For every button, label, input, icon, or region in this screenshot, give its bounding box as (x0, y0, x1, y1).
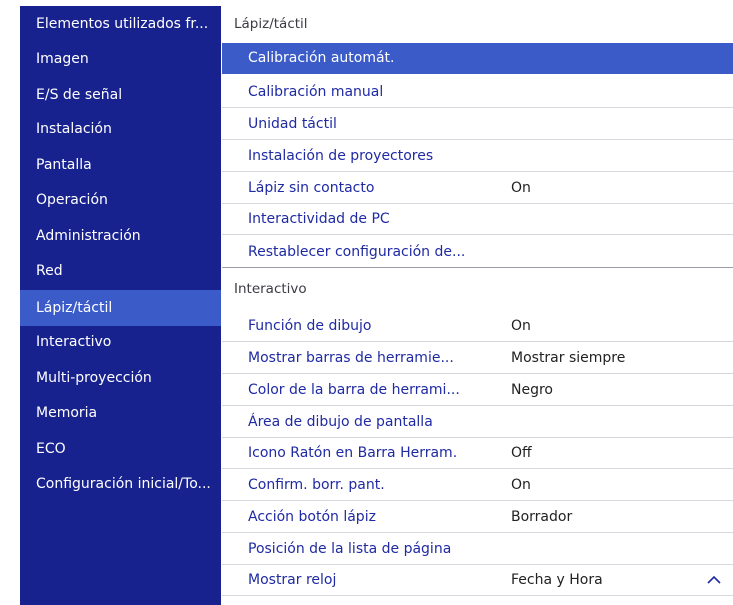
menu-row-area-de-dibujo[interactable]: Área de dibujo de pantalla (222, 407, 733, 438)
menu-row-funcion-de-dibujo[interactable]: Función de dibujo On (222, 311, 733, 342)
chevron-up-icon[interactable] (707, 573, 721, 587)
sidebar-item-configuracion-inicial[interactable]: Configuración inicial/To... (20, 466, 221, 502)
menu-row-posicion-lista-pagina[interactable]: Posición de la lista de página (222, 534, 733, 565)
sidebar: Elementos utilizados fr... Imagen E/S de… (20, 6, 221, 605)
row-label: Posición de la lista de página (248, 541, 452, 557)
row-label: Unidad táctil (248, 116, 337, 132)
row-label: Mostrar barras de herramie... (248, 350, 454, 366)
row-label: Restablecer configuración de... (248, 243, 466, 260)
menu-row-icono-raton[interactable]: Icono Ratón en Barra Herram. Off (222, 438, 733, 469)
row-label: Calibración automát. (248, 50, 395, 66)
row-label: Calibración manual (248, 84, 384, 100)
row-label: Interactividad de PC (248, 211, 390, 227)
menu-row-mostrar-barras-herramientas[interactable]: Mostrar barras de herramie... Mostrar si… (222, 343, 733, 374)
section-divider (222, 267, 733, 268)
menu-row-confirm-borr-pant[interactable]: Confirm. borr. pant. On (222, 470, 733, 501)
menu-row-unidad-tactil[interactable]: Unidad táctil (222, 109, 733, 140)
menu-window: Elementos utilizados fr... Imagen E/S de… (20, 6, 733, 605)
row-label: Confirm. borr. pant. (248, 477, 385, 493)
menu-row-accion-boton-lapiz[interactable]: Acción botón lápiz Borrador (222, 502, 733, 533)
row-label: Función de dibujo (248, 318, 372, 334)
sidebar-item-elementos-utilizados[interactable]: Elementos utilizados fr... (20, 6, 221, 42)
sidebar-item-multi-proyeccion[interactable]: Multi-proyección (20, 360, 221, 396)
menu-row-mostrar-reloj[interactable]: Mostrar reloj Fecha y Hora (222, 565, 733, 596)
row-label: Instalación de proyectores (248, 148, 434, 164)
menu-row-instalacion-proyectores[interactable]: Instalación de proyectores (222, 141, 733, 172)
sidebar-item-pantalla[interactable]: Pantalla (20, 147, 221, 183)
sidebar-item-memoria[interactable]: Memoria (20, 395, 221, 431)
sidebar-item-instalacion[interactable]: Instalación (20, 111, 221, 147)
row-label: Icono Ratón en Barra Herram. (248, 445, 458, 461)
settings-panel: Lápiz/táctil Calibración automát. Calibr… (221, 6, 733, 605)
sidebar-item-administracion[interactable]: Administración (20, 218, 221, 254)
sidebar-item-red[interactable]: Red (20, 253, 221, 289)
row-label: Mostrar reloj (248, 572, 337, 588)
section-header-interactivo: Interactivo (234, 281, 307, 297)
row-value: Mostrar siempre (511, 350, 626, 366)
sidebar-item-imagen[interactable]: Imagen (20, 41, 221, 77)
row-value: On (511, 477, 531, 493)
menu-row-calibracion-automatica[interactable]: Calibración automát. (222, 43, 733, 74)
row-label: Color de la barra de herrami... (248, 382, 460, 398)
menu-row-calibracion-manual[interactable]: Calibración manual (222, 77, 733, 108)
row-value: On (511, 180, 531, 196)
sidebar-item-es-de-senal[interactable]: E/S de señal (20, 77, 221, 113)
row-value: Negro (511, 382, 553, 398)
row-value: Off (511, 445, 532, 461)
sidebar-item-interactivo[interactable]: Interactivo (20, 324, 221, 360)
row-value: Fecha y Hora (511, 572, 603, 588)
row-label: Acción botón lápiz (248, 509, 376, 525)
sidebar-item-eco[interactable]: ECO (20, 431, 221, 467)
menu-row-restablecer-configuracion[interactable]: Restablecer configuración de... (222, 236, 733, 267)
row-label: Área de dibujo de pantalla (248, 414, 433, 430)
sidebar-item-lapiz-tactil[interactable]: Lápiz/táctil (20, 290, 221, 326)
menu-row-color-barra-herramientas[interactable]: Color de la barra de herrami... Negro (222, 375, 733, 406)
row-label: Lápiz sin contacto (248, 180, 375, 196)
row-value: Borrador (511, 509, 573, 525)
menu-row-interactividad-pc[interactable]: Interactividad de PC (222, 204, 733, 235)
menu-row-lapiz-sin-contacto[interactable]: Lápiz sin contacto On (222, 173, 733, 204)
row-value: On (511, 318, 531, 334)
sidebar-item-operacion[interactable]: Operación (20, 182, 221, 218)
section-header-lapiz-tactil: Lápiz/táctil (234, 16, 308, 32)
